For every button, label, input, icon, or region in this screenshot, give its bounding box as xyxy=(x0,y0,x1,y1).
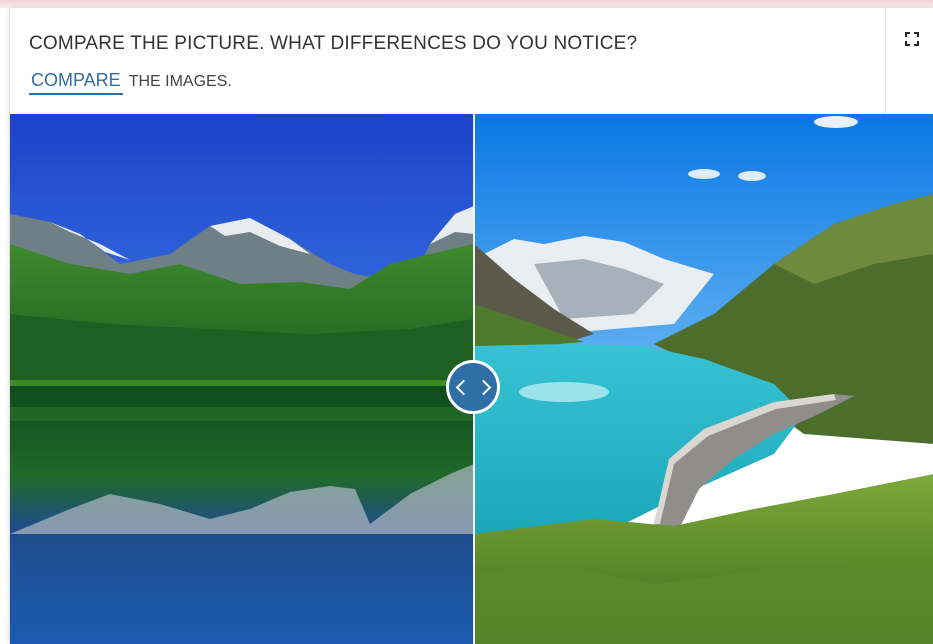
card-header: COMPARE THE PICTURE. WHAT DIFFERENCES DO… xyxy=(10,8,933,114)
left-image xyxy=(10,114,474,644)
chevron-right-icon xyxy=(475,379,491,395)
subtitle: COMPARE THE IMAGES. xyxy=(29,70,232,95)
comparison-stage xyxy=(10,114,933,644)
subtitle-text: THE IMAGES. xyxy=(128,73,232,90)
right-image xyxy=(474,114,933,644)
fullscreen-button[interactable] xyxy=(885,8,933,114)
compare-link[interactable]: COMPARE xyxy=(29,70,123,95)
expand-icon xyxy=(905,32,919,46)
image-compare-card: COMPARE THE PICTURE. WHAT DIFFERENCES DO… xyxy=(9,8,933,644)
slider-handle[interactable] xyxy=(446,360,500,414)
chevron-left-icon xyxy=(455,379,471,395)
page-title: COMPARE THE PICTURE. WHAT DIFFERENCES DO… xyxy=(29,33,638,54)
top-strip xyxy=(0,0,933,8)
